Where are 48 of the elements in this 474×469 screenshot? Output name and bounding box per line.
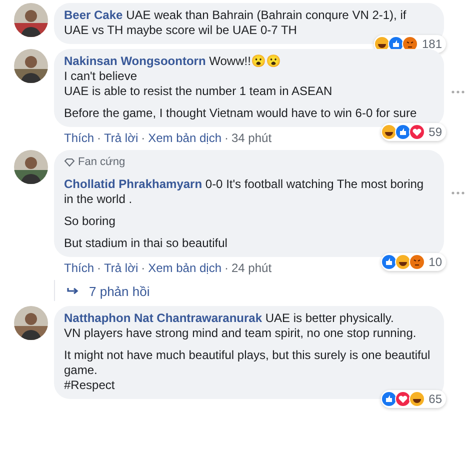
action-link[interactable]: Trả lời [104, 261, 138, 275]
more-icon[interactable] [450, 190, 466, 196]
love-reaction-icon [408, 124, 425, 140]
comment-text: So boring [64, 214, 116, 229]
author-name[interactable]: Chollatid Phrakhamyarn [64, 177, 202, 191]
comment-text: Before the game, I thought Vietnam would have to win 6-0 for sure [64, 106, 418, 121]
reply-arrow-icon [67, 287, 79, 296]
author-name[interactable]: Natthaphon Nat Chantrawaranurak [64, 311, 262, 325]
comment-text: Nakinsan Wongsoontorn Woww!!😮😮 I can't believe UAE is able to resist the number 1 team in ASEAN [64, 54, 334, 99]
separator-dot: · [141, 261, 146, 275]
action-link[interactable]: Xem bản dịch [148, 131, 222, 145]
separator-dot: · [97, 261, 102, 275]
badge-label: Fan cứng [78, 155, 126, 170]
reaction-summary[interactable]: 59 [380, 123, 446, 141]
action-link[interactable]: Trả lời [104, 131, 138, 145]
replies-link[interactable]: 7 phản hồi [54, 280, 150, 301]
action-link[interactable]: Thích [64, 261, 94, 275]
reaction-summary[interactable]: 10 [380, 253, 446, 271]
diamond-icon [64, 158, 75, 167]
more-icon[interactable] [450, 89, 466, 95]
separator-dot: · [224, 131, 228, 145]
separator-dot: · [224, 261, 228, 275]
haha-reaction-icon [380, 124, 397, 140]
like-reaction-icon [394, 124, 411, 140]
action-link[interactable]: Thích [64, 131, 94, 145]
angry-reaction-icon [408, 254, 425, 270]
timestamp: 24 phút [232, 261, 272, 275]
separator-dot: · [97, 131, 102, 145]
comment-text: Chollatid Phrakhamyarn 0-0 It's football watching The most boring in the world . [64, 177, 425, 207]
comment-text: Natthaphon Nat Chantrawaranurak UAE is better physically. VN players have strong mind and team spirit, no one stop running. [64, 311, 418, 341]
reaction-count: 181 [422, 37, 442, 51]
like-reaction-icon [380, 391, 397, 407]
love-reaction-icon [394, 391, 411, 407]
haha-reaction-icon [394, 254, 411, 270]
haha-reaction-icon [408, 391, 425, 407]
like-reaction-icon [380, 254, 397, 270]
comment-text: It might not have much beautiful plays, but this surely is one beautiful game. #Respect [64, 348, 432, 393]
comment-text: But stadium in thai so beautiful [64, 236, 228, 251]
action-link[interactable]: Xem bản dịch [148, 261, 222, 275]
reaction-summary[interactable]: 65 [380, 390, 446, 408]
reaction-count: 59 [428, 125, 442, 139]
separator-dot: · [141, 131, 146, 145]
author-name[interactable]: Beer Cake [64, 8, 123, 22]
timestamp: 34 phút [232, 131, 272, 145]
reaction-count: 65 [428, 392, 442, 406]
author-name[interactable]: Nakinsan Wongsoontorn [64, 54, 206, 68]
comment-text: Beer Cake UAE weak than Bahrain (Bahrain conqure VN 2-1), if UAE vs TH maybe score wil be UAE 0-7 TH [64, 8, 408, 38]
reaction-count: 10 [428, 255, 442, 269]
